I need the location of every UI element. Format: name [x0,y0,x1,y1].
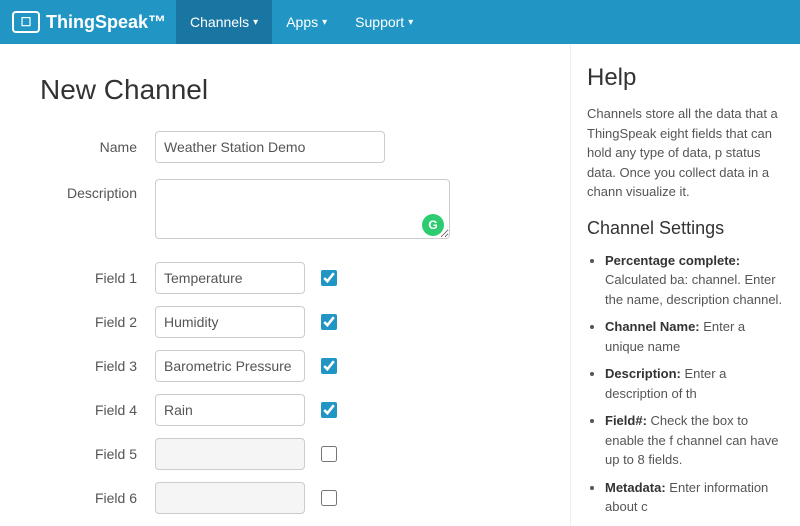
field-checkbox-2[interactable] [321,314,337,330]
channels-caret-icon: ▾ [253,17,258,28]
field-row-2: Field 2 [40,306,530,338]
help-item-2: Channel Name: Enter a unique name [605,317,784,356]
fields-container: Field 1 Field 2 Field 3 Field 4 Field 5 Field… [40,262,530,526]
name-label: Name [40,139,155,155]
field-input-1[interactable] [155,262,305,294]
nav-apps-label: Apps [286,14,318,30]
brand-logo[interactable]: ☐ ThingSpeak™ [12,11,166,33]
left-panel: New Channel Name Description G Field 1Fi… [0,44,570,526]
help-item-4: Field#: Check the box to enable the f ch… [605,411,784,470]
help-item-1: Percentage complete: Calculated ba: chan… [605,251,784,310]
nav-support[interactable]: Support ▾ [341,0,427,44]
field-input-3[interactable] [155,350,305,382]
field-checkbox-4[interactable] [321,402,337,418]
name-input[interactable] [155,131,385,163]
field-checkbox-6[interactable] [321,490,337,506]
apps-caret-icon: ▾ [322,17,327,28]
field-input-6[interactable] [155,482,305,514]
field-label-3: Field 3 [40,358,155,374]
field-input-2[interactable] [155,306,305,338]
brand-name: ThingSpeak™ [46,12,166,33]
help-item-3: Description: Enter a description of th [605,364,784,403]
field-input-5[interactable] [155,438,305,470]
field-label-1: Field 1 [40,270,155,286]
field-checkbox-5[interactable] [321,446,337,462]
description-label: Description [40,179,155,201]
main-container: New Channel Name Description G Field 1Fi… [0,44,800,526]
description-row: Description G [40,179,530,242]
page-title: New Channel [40,74,530,106]
description-input[interactable] [155,179,450,239]
field-checkbox-3[interactable] [321,358,337,374]
nav-channels-label: Channels [190,14,249,30]
nav-support-label: Support [355,14,404,30]
help-item-5: Metadata: Enter information about c [605,478,784,517]
field-row-5: Field 5 [40,438,530,470]
field-label-4: Field 4 [40,402,155,418]
description-icon: G [422,214,444,236]
navbar: ☐ ThingSpeak™ Channels ▾ Apps ▾ Support … [0,0,800,44]
field-row-3: Field 3 [40,350,530,382]
field-row-6: Field 6 [40,482,530,514]
field-label-5: Field 5 [40,446,155,462]
support-caret-icon: ▾ [408,17,413,28]
field-label-2: Field 2 [40,314,155,330]
field-input-4[interactable] [155,394,305,426]
channel-settings-title: Channel Settings [587,218,784,239]
help-title: Help [587,64,784,92]
field-label-6: Field 6 [40,490,155,506]
field-row-1: Field 1 [40,262,530,294]
logo-icon: ☐ [12,11,40,33]
right-panel: Help Channels store all the data that a … [570,44,800,526]
field-row-4: Field 4 [40,394,530,426]
field-checkbox-1[interactable] [321,270,337,286]
nav-apps[interactable]: Apps ▾ [272,0,341,44]
help-intro: Channels store all the data that a Thing… [587,104,784,202]
description-wrapper: G [155,179,450,242]
name-row: Name [40,131,530,163]
help-list: Percentage complete: Calculated ba: chan… [587,251,784,526]
nav-channels[interactable]: Channels ▾ [176,0,272,44]
